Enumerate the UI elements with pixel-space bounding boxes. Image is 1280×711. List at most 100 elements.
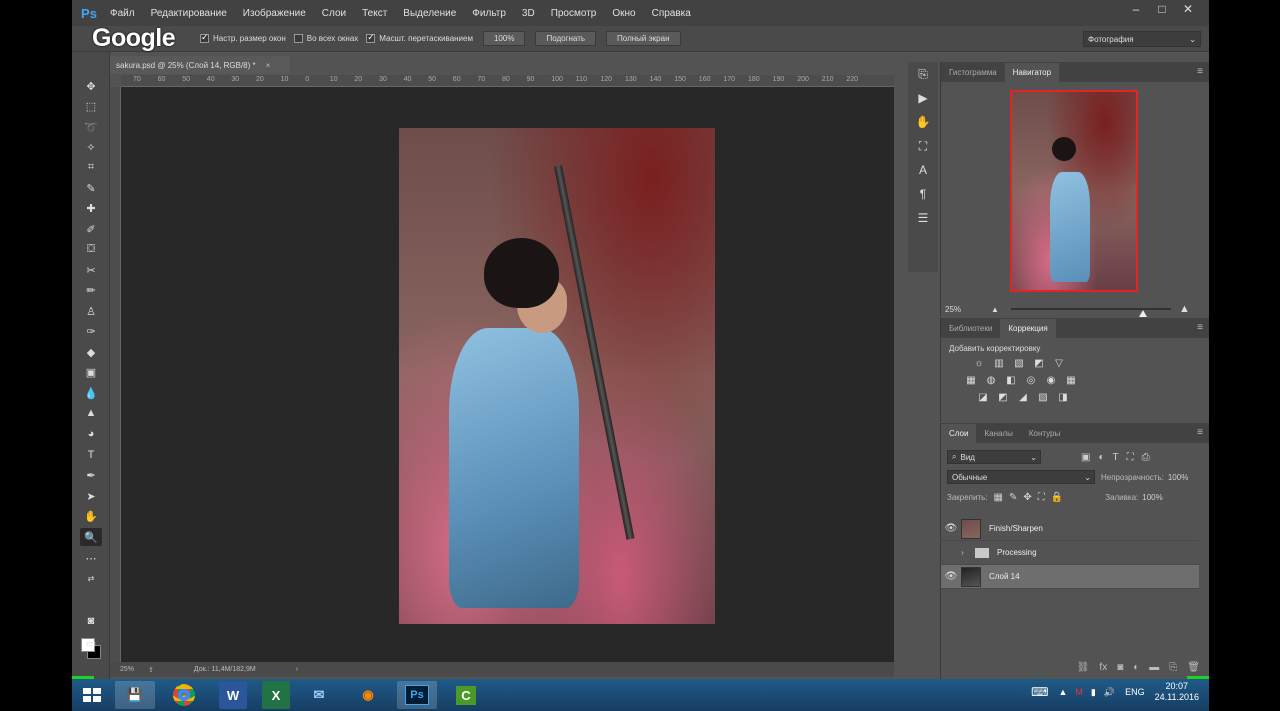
new-layer-icon[interactable]: ⎘	[1169, 662, 1177, 673]
panel-menu-icon[interactable]: ≡	[1197, 66, 1203, 77]
blend-mode-select[interactable]: Обычные ⌄	[947, 470, 1095, 484]
curves-icon[interactable]: ▧	[1011, 358, 1027, 370]
hand-tool-icon[interactable]: ✋	[80, 507, 102, 525]
zoom-100-button[interactable]: 100%	[482, 31, 526, 46]
filter-smart-icon[interactable]: ⎙	[1142, 452, 1150, 463]
clone-source-icon[interactable]: ⛶	[908, 134, 938, 158]
delete-layer-icon[interactable]: 🗑	[1187, 662, 1200, 673]
lock-all-icon[interactable]: 🔒	[1051, 492, 1063, 503]
paragraph-icon[interactable]: ¶	[908, 182, 938, 206]
menu-image[interactable]: Изображение	[235, 8, 314, 19]
character-icon[interactable]: A	[908, 158, 938, 182]
zoom-tool-icon[interactable]: 🔍	[80, 528, 102, 546]
eye-icon[interactable]: 👁	[941, 571, 961, 582]
menu-layers[interactable]: Слои	[314, 8, 354, 19]
eye-icon[interactable]: 👁	[941, 523, 961, 534]
close-button[interactable]: ✕	[1175, 2, 1201, 16]
selective-color-icon[interactable]: ◨	[1055, 392, 1071, 404]
tab-navigator[interactable]: Навигатор	[1004, 63, 1060, 82]
scrubby-zoom-option[interactable]: Масшт. перетаскиванием	[366, 32, 473, 43]
close-icon[interactable]: ×	[266, 61, 271, 70]
chevron-up-icon[interactable]: ▲	[1059, 687, 1068, 697]
eraser-tool-icon[interactable]: ◆	[80, 343, 102, 361]
tab-paths[interactable]: Контуры	[1021, 424, 1068, 443]
chevron-right-icon[interactable]: ›	[296, 666, 298, 673]
stamp-tool-icon[interactable]: ♙	[80, 302, 102, 320]
tab-adjustments[interactable]: Коррекция	[1000, 319, 1056, 338]
new-adjustment-icon[interactable]: ◐	[1133, 662, 1139, 673]
brush-tool-icon[interactable]: ✐	[80, 220, 102, 238]
zoom-in-icon[interactable]: ▲	[1179, 303, 1190, 315]
filter-pixel-icon[interactable]: ▣	[1081, 452, 1090, 463]
menu-select[interactable]: Выделение	[395, 8, 464, 19]
panel-menu-icon[interactable]: ≡	[1197, 322, 1203, 333]
blur-tool-icon[interactable]: 💧	[80, 384, 102, 402]
brush-presets-icon[interactable]: ✋	[908, 110, 938, 134]
status-zoom[interactable]: 25%	[120, 666, 134, 673]
taskbar-chrome[interactable]	[164, 681, 204, 709]
share-icon[interactable]: ⇪	[148, 666, 154, 674]
menu-help[interactable]: Справка	[644, 8, 699, 19]
levels-icon[interactable]: ▥	[991, 358, 1007, 370]
play-action-icon[interactable]: ▶	[908, 86, 938, 110]
maximize-button[interactable]: □	[1149, 2, 1175, 16]
navigator-thumbnail[interactable]	[1010, 90, 1138, 292]
dodge-tool-icon[interactable]: ◕	[80, 425, 102, 443]
panel-menu-icon[interactable]: ≡	[1197, 427, 1203, 438]
invert-icon[interactable]: ◪	[975, 392, 991, 404]
menu-edit[interactable]: Редактирование	[143, 8, 235, 19]
taskbar-mail[interactable]: ✉	[299, 681, 339, 709]
tab-channels[interactable]: Каналы	[976, 424, 1020, 443]
eyedropper-tool-icon[interactable]: ✎	[80, 179, 102, 197]
marquee-tool-icon[interactable]: ⬚	[80, 97, 102, 115]
tab-libraries[interactable]: Библиотеки	[941, 319, 1000, 338]
chevron-right-icon[interactable]: ›	[961, 548, 971, 557]
all-windows-option[interactable]: Во всех окнах	[293, 34, 358, 43]
clone-stamp-tool-icon[interactable]: ⛋	[80, 240, 102, 258]
gradient-map-icon[interactable]: ▧	[1035, 392, 1051, 404]
zoom-out-icon[interactable]: ▲	[991, 305, 999, 314]
type-tool-icon[interactable]: T	[80, 446, 102, 464]
photo-filter-icon[interactable]: ◎	[1023, 375, 1039, 387]
history-brush-tool-icon[interactable]: ✂	[80, 261, 102, 279]
layer-row-sloy-14[interactable]: 👁 Слой 14	[941, 565, 1199, 589]
exposure-icon[interactable]: ◩	[1031, 358, 1047, 370]
menu-type[interactable]: Текст	[354, 8, 395, 19]
filter-adjustment-icon[interactable]: ◐	[1098, 452, 1104, 463]
crop-tool-icon[interactable]: ⌗	[80, 158, 102, 176]
filter-type-icon[interactable]: T	[1113, 452, 1119, 463]
more-tools-icon[interactable]: ⋯	[80, 549, 102, 567]
fit-screen-button[interactable]: Подогнать	[535, 31, 597, 46]
taskbar-photoshop[interactable]: Ps	[397, 681, 437, 709]
pen-tool-icon[interactable]: ✒	[80, 466, 102, 484]
zoom-slider[interactable]	[1011, 308, 1171, 317]
menu-view[interactable]: Просмотр	[543, 8, 605, 19]
clock[interactable]: 20:07 24.11.2016	[1155, 681, 1199, 703]
lock-transparent-icon[interactable]: ▦	[994, 492, 1003, 503]
taskbar-word[interactable]: W	[219, 681, 247, 709]
properties-icon[interactable]: ☰	[908, 206, 938, 230]
menu-filter[interactable]: Фильтр	[464, 8, 514, 19]
minimize-button[interactable]: –	[1123, 2, 1149, 16]
resize-windows-option[interactable]: Настр. размер окон	[200, 32, 286, 43]
move-tool-icon[interactable]: ✥	[80, 77, 102, 95]
link-layers-icon[interactable]: ⛓	[1077, 662, 1090, 673]
magic-wand-tool-icon[interactable]: ✧	[80, 138, 102, 156]
volume-icon[interactable]: 🔊	[1104, 687, 1115, 698]
menu-3d[interactable]: 3D	[514, 8, 543, 19]
healing-brush-tool-icon[interactable]: ✚	[80, 199, 102, 217]
lasso-tool-icon[interactable]: ➰	[80, 118, 102, 136]
fill-value[interactable]: 100%	[1142, 493, 1162, 502]
zoom-slider-knob[interactable]	[1139, 310, 1147, 317]
antivirus-icon[interactable]: M	[1075, 687, 1083, 697]
gradient-tool-icon[interactable]: ▣	[80, 363, 102, 381]
screen-mode-icon[interactable]: ▭	[80, 634, 102, 652]
document-image[interactable]	[399, 128, 715, 624]
menu-file[interactable]: Файл	[102, 8, 143, 19]
quick-mask-icon[interactable]: ◙	[80, 612, 102, 630]
hue-saturation-icon[interactable]: ▦	[963, 375, 979, 387]
layer-style-icon[interactable]: fx	[1099, 662, 1107, 673]
language-indicator[interactable]: ENG	[1125, 687, 1145, 697]
swap-colors-icon[interactable]: ⇄	[80, 569, 102, 587]
mixer-brush-icon[interactable]: ✑	[80, 322, 102, 340]
